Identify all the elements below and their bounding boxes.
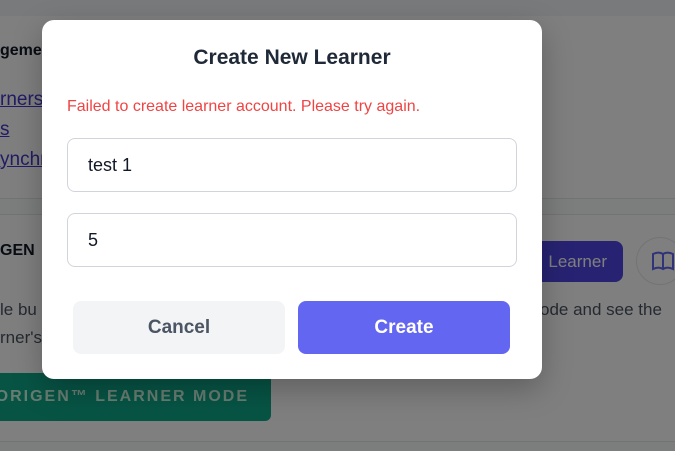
learner-name-input[interactable] xyxy=(67,138,517,192)
create-button[interactable]: Create xyxy=(298,301,510,354)
learner-age-input[interactable] xyxy=(67,213,517,267)
create-learner-modal: Create New Learner Failed to create lear… xyxy=(42,20,542,379)
cancel-button[interactable]: Cancel xyxy=(73,301,285,354)
modal-title: Create New Learner xyxy=(193,46,391,69)
error-message: Failed to create learner account. Please… xyxy=(67,98,421,115)
